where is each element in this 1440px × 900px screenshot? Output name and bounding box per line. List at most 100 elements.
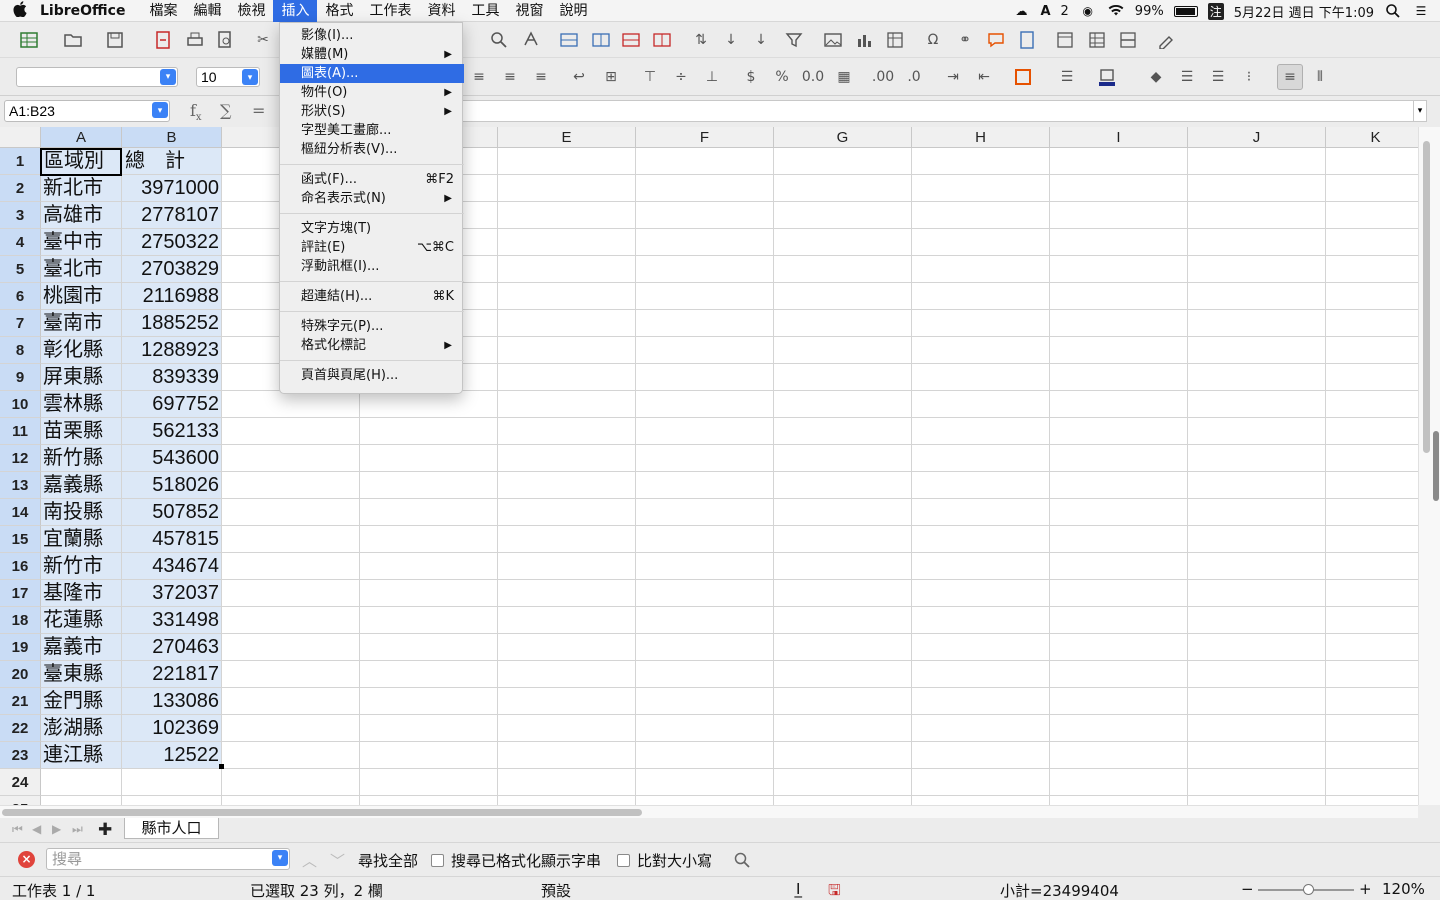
cell-h17[interactable] <box>912 580 1050 607</box>
cell-g16[interactable] <box>774 553 912 580</box>
align-bottom-icon[interactable]: ⊥ <box>701 66 723 88</box>
cell-i15[interactable] <box>1050 526 1188 553</box>
cell-c13[interactable] <box>222 472 360 499</box>
cell-j18[interactable] <box>1188 607 1326 634</box>
headers-footers-icon[interactable] <box>1016 29 1038 51</box>
cell-k20[interactable] <box>1326 661 1418 688</box>
cell-k12[interactable] <box>1326 445 1418 472</box>
cell-k17[interactable] <box>1326 580 1418 607</box>
insert-menu-item[interactable]: 媒體(M) ▶ <box>280 45 464 64</box>
sort-icon[interactable]: ⇅ <box>690 29 712 51</box>
cell-i18[interactable] <box>1050 607 1188 634</box>
cell-a13[interactable]: 嘉義縣 <box>41 472 122 499</box>
cell-f8[interactable] <box>636 337 774 364</box>
cell-g3[interactable] <box>774 202 912 229</box>
cell-c25[interactable] <box>222 796 360 805</box>
spotlight-search-icon[interactable] <box>1384 4 1402 18</box>
cell-b22[interactable]: 102369 <box>122 715 222 742</box>
row-header[interactable]: 8 <box>0 337 41 364</box>
cell-a6[interactable]: 桃園市 <box>41 283 122 310</box>
cell-e18[interactable] <box>498 607 636 634</box>
autofill-handle[interactable] <box>219 764 224 769</box>
insert-menu-item[interactable]: 頁首與頁尾(H)... <box>280 366 464 385</box>
cell-j10[interactable] <box>1188 391 1326 418</box>
cell-i10[interactable] <box>1050 391 1188 418</box>
row-header[interactable]: 19 <box>0 634 41 661</box>
cell-j13[interactable] <box>1188 472 1326 499</box>
cell-i16[interactable] <box>1050 553 1188 580</box>
row-header[interactable]: 7 <box>0 310 41 337</box>
insert-menu-item[interactable]: 格式化標記 ▶ <box>280 336 464 355</box>
cell-d11[interactable] <box>360 418 498 445</box>
cell-e3[interactable] <box>498 202 636 229</box>
column-header-b[interactable]: B <box>122 127 222 148</box>
cell-i4[interactable] <box>1050 229 1188 256</box>
cell-k11[interactable] <box>1326 418 1418 445</box>
evernote-icon[interactable]: ◉ <box>1079 4 1097 18</box>
cell-j6[interactable] <box>1188 283 1326 310</box>
cell-f4[interactable] <box>636 229 774 256</box>
cell-k1[interactable] <box>1326 148 1418 175</box>
name-box[interactable]: A1:B23 ▾ <box>4 100 170 122</box>
last-sheet-icon[interactable]: ⏭ <box>72 822 83 837</box>
insert-menu-item[interactable]: 物件(O) ▶ <box>280 83 464 102</box>
cell-k21[interactable] <box>1326 688 1418 715</box>
column-header-h[interactable]: H <box>912 127 1050 148</box>
cell-e8[interactable] <box>498 337 636 364</box>
column-header-i[interactable]: I <box>1050 127 1188 148</box>
font-name-dropdown-icon[interactable]: ▾ <box>160 69 176 85</box>
insert-menu-item[interactable]: 圖表(A)... <box>280 64 464 83</box>
cell-f23[interactable] <box>636 742 774 769</box>
row-icon[interactable] <box>558 29 580 51</box>
insert-chart-icon[interactable] <box>854 29 876 51</box>
cell-b13[interactable]: 518026 <box>122 472 222 499</box>
match-case-checkbox[interactable] <box>617 854 630 867</box>
cell-g10[interactable] <box>774 391 912 418</box>
cell-g18[interactable] <box>774 607 912 634</box>
insert-menu-item[interactable]: 函式(F)... ⌘F2 <box>280 170 464 189</box>
row-header[interactable]: 24 <box>0 769 41 796</box>
expand-formula-bar-icon[interactable]: ▾ <box>1413 100 1427 122</box>
cell-i5[interactable] <box>1050 256 1188 283</box>
row-header[interactable]: 21 <box>0 688 41 715</box>
cell-d12[interactable] <box>360 445 498 472</box>
find-previous-icon[interactable]: ︿ <box>302 850 317 871</box>
cell-e20[interactable] <box>498 661 636 688</box>
percent-format-icon[interactable]: % <box>771 66 793 88</box>
data-bar-icon[interactable]: ☰ <box>1207 66 1229 88</box>
menu-help[interactable]: 說明 <box>551 0 595 22</box>
find-next-icon[interactable]: ﹀ <box>330 850 345 871</box>
row-header[interactable]: 17 <box>0 580 41 607</box>
insert-mode-icon[interactable]: I̲ <box>796 880 800 898</box>
menu-view[interactable]: 檢視 <box>229 0 273 22</box>
cell-j20[interactable] <box>1188 661 1326 688</box>
cell-j14[interactable] <box>1188 499 1326 526</box>
cut-icon[interactable]: ✂ <box>252 29 274 51</box>
cell-k23[interactable] <box>1326 742 1418 769</box>
split-window-icon[interactable] <box>1117 29 1139 51</box>
font-name-box[interactable]: ▾ <box>16 67 178 87</box>
menu-sheet[interactable]: 工作表 <box>361 0 419 22</box>
cell-k16[interactable] <box>1326 553 1418 580</box>
cell-h14[interactable] <box>912 499 1050 526</box>
cell-k9[interactable] <box>1326 364 1418 391</box>
cell-d25[interactable] <box>360 796 498 805</box>
cell-e11[interactable] <box>498 418 636 445</box>
cell-c21[interactable] <box>222 688 360 715</box>
cell-e14[interactable] <box>498 499 636 526</box>
cell-a23[interactable]: 連江縣 <box>41 742 122 769</box>
cell-h9[interactable] <box>912 364 1050 391</box>
find-all-button[interactable]: 尋找全部 <box>358 850 418 871</box>
cell-j4[interactable] <box>1188 229 1326 256</box>
cell-b4[interactable]: 2750322 <box>122 229 222 256</box>
insert-menu-item[interactable]: 特殊字元(P)... <box>280 317 464 336</box>
insert-menu-item[interactable]: 影像(I)... <box>280 26 464 45</box>
cell-i7[interactable] <box>1050 310 1188 337</box>
cell-d23[interactable] <box>360 742 498 769</box>
zoom-slider-knob[interactable] <box>1303 884 1314 895</box>
cell-f1[interactable] <box>636 148 774 175</box>
cell-b2[interactable]: 3971000 <box>122 175 222 202</box>
center-vertically-icon[interactable]: ÷ <box>670 66 692 88</box>
cell-f5[interactable] <box>636 256 774 283</box>
cell-a25[interactable] <box>41 796 122 805</box>
